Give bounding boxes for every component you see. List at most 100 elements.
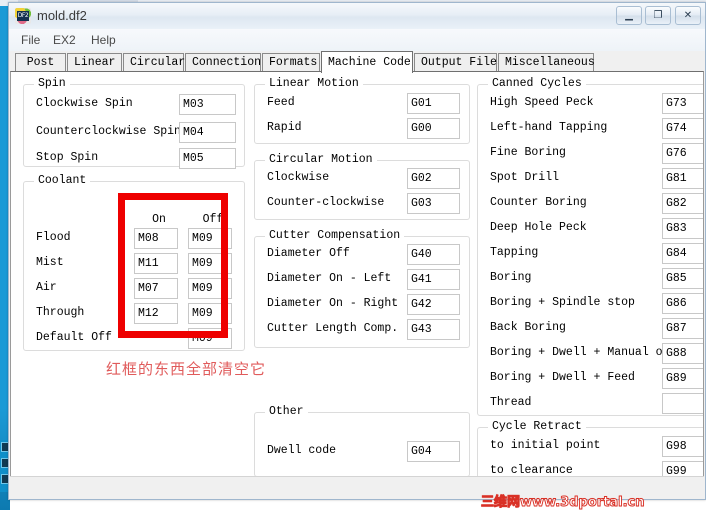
field-row-coolant-air: Air M07 M09 bbox=[24, 278, 244, 300]
input-counter-boring[interactable]: G82 bbox=[662, 193, 703, 214]
label-fine-boring: Fine Boring bbox=[490, 146, 566, 159]
field-row-clockwise: Clockwise G02 bbox=[255, 168, 469, 190]
input-counterclockwise-spin[interactable]: M04 bbox=[179, 122, 236, 143]
input-fine-boring[interactable]: G76 bbox=[662, 143, 703, 164]
group-cycle-retract: Cycle Retract to initial point G98 to cl… bbox=[477, 420, 703, 477]
label-back-boring: Back Boring bbox=[490, 321, 566, 334]
annotation-text: 红框的东西全部清空它 bbox=[106, 360, 267, 378]
close-button[interactable]: ✕ bbox=[675, 6, 701, 25]
input-rapid[interactable]: G00 bbox=[407, 118, 460, 139]
input-feed[interactable]: G01 bbox=[407, 93, 460, 114]
tab-post[interactable]: Post bbox=[15, 53, 66, 72]
input-coolant-flood-off[interactable]: M09 bbox=[188, 228, 232, 249]
label-counter-clockwise: Counter-clockwise bbox=[267, 196, 385, 209]
label-clockwise-spin: Clockwise Spin bbox=[36, 97, 133, 110]
menu-item-ex2[interactable]: EX2 bbox=[49, 32, 80, 48]
label-left-hand-tapping: Left-hand Tapping bbox=[490, 121, 608, 134]
input-spot-drill[interactable]: G81 bbox=[662, 168, 703, 189]
field-row-counter-clockwise: Counter-clockwise G03 bbox=[255, 193, 469, 215]
input-coolant-through-on[interactable]: M12 bbox=[134, 303, 178, 324]
input-boring[interactable]: G85 bbox=[662, 268, 703, 289]
tab-strip: Post Linear Circular Connection Formats … bbox=[9, 51, 705, 73]
df2-file-icon: DF2 bbox=[15, 8, 31, 24]
field-row-spot-drill: Spot Drill G81 bbox=[478, 168, 703, 190]
input-left-hand-tapping[interactable]: G74 bbox=[662, 118, 703, 139]
input-coolant-air-off[interactable]: M09 bbox=[188, 278, 232, 299]
input-dwell-code[interactable]: G04 bbox=[407, 441, 460, 462]
input-boring-spindle-stop[interactable]: G86 bbox=[662, 293, 703, 314]
field-row-boring: Boring G85 bbox=[478, 268, 703, 290]
field-row-counterclockwise-spin: Counterclockwise Spin M04 bbox=[24, 122, 244, 144]
input-cutter-length-comp[interactable]: G43 bbox=[407, 319, 460, 340]
tab-linear[interactable]: Linear bbox=[67, 53, 122, 72]
input-back-boring[interactable]: G87 bbox=[662, 318, 703, 339]
group-title-cutter-compensation: Cutter Compensation bbox=[265, 229, 405, 242]
group-title-linear-motion: Linear Motion bbox=[265, 77, 363, 90]
input-to-clearance[interactable]: G99 bbox=[662, 461, 703, 476]
group-cutter-compensation: Cutter Compensation Diameter Off G40 Dia… bbox=[254, 229, 470, 348]
field-row-clockwise-spin: Clockwise Spin M03 bbox=[24, 94, 244, 116]
group-title-spin: Spin bbox=[34, 77, 70, 90]
input-boring-dwell-feed[interactable]: G89 bbox=[662, 368, 703, 389]
input-diameter-off[interactable]: G40 bbox=[407, 244, 460, 265]
field-row-deep-hole-peck: Deep Hole Peck G83 bbox=[478, 218, 703, 240]
input-high-speed-peck[interactable]: G73 bbox=[662, 93, 703, 114]
tab-machine-code[interactable]: Machine Code bbox=[321, 51, 413, 73]
tab-output-files[interactable]: Output Files bbox=[414, 53, 504, 72]
field-row-diameter-on-left: Diameter On - Left G41 bbox=[255, 269, 469, 291]
label-counterclockwise-spin: Counterclockwise Spin bbox=[36, 125, 181, 138]
input-boring-dwell-manual-out[interactable]: G88 bbox=[662, 343, 703, 364]
group-circular-motion: Circular Motion Clockwise G02 Counter-cl… bbox=[254, 153, 470, 220]
input-deep-hole-peck[interactable]: G83 bbox=[662, 218, 703, 239]
minimize-button[interactable]: ▁ bbox=[616, 6, 642, 25]
field-row-fine-boring: Fine Boring G76 bbox=[478, 143, 703, 165]
input-diameter-on-right[interactable]: G42 bbox=[407, 294, 460, 315]
tab-formats[interactable]: Formats bbox=[262, 53, 320, 72]
input-clockwise[interactable]: G02 bbox=[407, 168, 460, 189]
field-row-counter-boring: Counter Boring G82 bbox=[478, 193, 703, 215]
coolant-column-header-off: Off bbox=[202, 213, 224, 226]
field-row-boring-dwell-feed: Boring + Dwell + Feed G89 bbox=[478, 368, 703, 390]
input-coolant-flood-on[interactable]: M08 bbox=[134, 228, 178, 249]
label-rapid: Rapid bbox=[267, 121, 302, 134]
input-coolant-mist-on[interactable]: M11 bbox=[134, 253, 178, 274]
label-to-clearance: to clearance bbox=[490, 464, 573, 477]
label-clockwise: Clockwise bbox=[267, 171, 330, 184]
tab-circular[interactable]: Circular bbox=[123, 53, 185, 72]
coolant-column-header-on: On bbox=[152, 213, 166, 226]
site-watermark: 三维网www.3dportal.cn bbox=[481, 495, 645, 510]
input-clockwise-spin[interactable]: M03 bbox=[179, 94, 236, 115]
label-to-initial-point: to initial point bbox=[490, 439, 601, 452]
input-thread[interactable] bbox=[662, 393, 703, 414]
field-row-to-clearance: to clearance G99 bbox=[478, 461, 703, 477]
input-coolant-through-off[interactable]: M09 bbox=[188, 303, 232, 324]
field-row-dwell-code: Dwell code G04 bbox=[255, 441, 469, 463]
group-title-other: Other bbox=[265, 405, 308, 418]
machine-code-panel: Spin Clockwise Spin M03 Counterclockwise… bbox=[10, 71, 704, 477]
input-coolant-mist-off[interactable]: M09 bbox=[188, 253, 232, 274]
tab-miscellaneous[interactable]: Miscellaneous bbox=[498, 53, 595, 72]
label-dwell-code: Dwell code bbox=[267, 444, 337, 457]
label-boring: Boring bbox=[490, 271, 532, 284]
group-other: Other Dwell code G04 bbox=[254, 405, 470, 476]
field-row-to-initial-point: to initial point G98 bbox=[478, 436, 703, 458]
input-coolant-air-on[interactable]: M07 bbox=[134, 278, 178, 299]
close-icon: ✕ bbox=[683, 10, 693, 21]
application-window: DF2 mold.df2 ▁ ❐ ✕ File EX2 Help Post Li… bbox=[8, 2, 706, 500]
menu-item-file[interactable]: File bbox=[17, 32, 44, 48]
label-tapping: Tapping bbox=[490, 246, 539, 259]
input-counter-clockwise[interactable]: G03 bbox=[407, 193, 460, 214]
label-boring-dwell-manual-out: Boring + Dwell + Manual out bbox=[490, 346, 677, 359]
tab-connection[interactable]: Connection bbox=[185, 53, 261, 72]
menu-item-help[interactable]: Help bbox=[87, 32, 120, 48]
label-feed: Feed bbox=[267, 96, 295, 109]
input-diameter-on-left[interactable]: G41 bbox=[407, 269, 460, 290]
input-coolant-default-off[interactable]: M09 bbox=[188, 328, 232, 349]
maximize-button[interactable]: ❐ bbox=[645, 6, 671, 25]
input-stop-spin[interactable]: M05 bbox=[179, 148, 236, 169]
field-row-back-boring: Back Boring G87 bbox=[478, 318, 703, 340]
group-title-canned-cycles: Canned Cycles bbox=[488, 77, 586, 90]
input-to-initial-point[interactable]: G98 bbox=[662, 436, 703, 457]
input-tapping[interactable]: G84 bbox=[662, 243, 703, 264]
label-coolant-through: Through bbox=[36, 306, 85, 319]
